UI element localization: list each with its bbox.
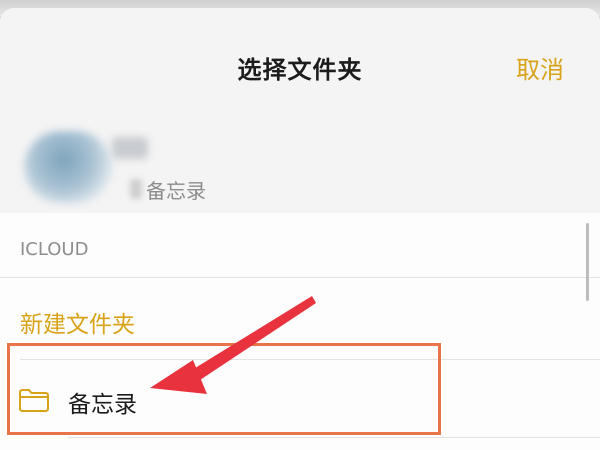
annotation-arrow-icon (150, 296, 316, 394)
